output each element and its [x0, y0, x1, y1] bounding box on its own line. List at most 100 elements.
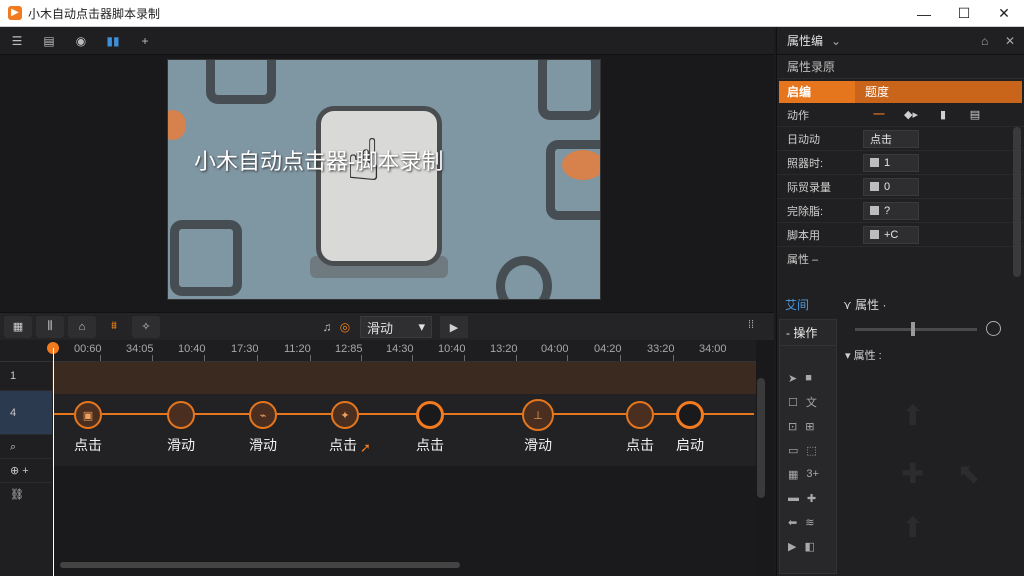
folder-icon[interactable]: ■ [805, 372, 812, 384]
panel-close-icon[interactable]: ✕ [1005, 34, 1015, 48]
rect-icon[interactable]: ▭ [788, 444, 798, 457]
box-icon[interactable]: ☐ [788, 396, 798, 409]
waveform-icon[interactable]: ▮▮ [104, 34, 122, 48]
zoom-slider-track[interactable] [855, 328, 977, 331]
click-icon: ▣ [82, 409, 94, 422]
vertical-scrollbar[interactable] [757, 378, 765, 498]
bar-icon[interactable]: ▬ [788, 492, 799, 504]
timer-field[interactable]: 1 [863, 153, 919, 172]
play-icon[interactable]: ▶ [788, 540, 796, 553]
table-icon[interactable]: ▦ [788, 468, 798, 481]
segment-diamond[interactable]: ◆▸ [895, 108, 927, 121]
mode-select[interactable]: 滑动 ▾ [360, 316, 432, 338]
tab-properties[interactable]: 属性录原 [787, 58, 835, 75]
ruler-mark [412, 355, 413, 361]
chevron-down-icon[interactable]: ⌄ [831, 34, 841, 48]
preview-decor [206, 60, 276, 104]
property-label: 际贸录量 [787, 181, 831, 194]
maximize-button[interactable]: ☐ [944, 0, 984, 27]
top-toolbar: ☰ ▤ ◉ ▮▮ + [0, 27, 774, 55]
ruler-mark [152, 355, 153, 361]
frame-icon[interactable]: ⊡ [788, 420, 797, 433]
back-icon[interactable]: ⬅ [788, 516, 797, 529]
action-node-start[interactable] [676, 401, 704, 429]
grid-view-button[interactable]: ▦ [4, 315, 32, 338]
segment-bar[interactable]: ▮ [927, 108, 959, 121]
cross-icon[interactable]: ✚ [807, 492, 816, 505]
tab-space[interactable]: 艾间 [785, 296, 809, 313]
editor-area: ☰ ▤ ◉ ▮▮ + ☝ 小木自动点击器-脚本录制 ▦ ⫼ ⌂ ⩩ ✧ ♫ ◎ … [0, 27, 774, 576]
preview-decor [538, 60, 600, 120]
record-count-field[interactable]: 0 [863, 177, 919, 196]
home-button[interactable]: ⌂ [68, 315, 96, 338]
timeline-ruler[interactable]: 00:60 34:05 10:40 17:30 11:20 12:85 14:3… [0, 340, 756, 362]
action-node-swipe[interactable]: ⌁ [249, 401, 277, 429]
selected-row-label: 启编 [779, 81, 855, 103]
action-type-field[interactable]: 点击 [863, 129, 919, 148]
track-label[interactable]: ⌕ [0, 435, 52, 459]
track-row[interactable] [52, 362, 756, 394]
wave-icon[interactable]: ≋ [805, 516, 814, 529]
action-node-click[interactable] [416, 401, 444, 429]
close-button[interactable]: ✕ [984, 0, 1024, 27]
script-field[interactable]: +C [863, 225, 919, 244]
action-segmented-control[interactable]: — ◆▸ ▮ ▤ [863, 108, 991, 121]
zoom-slider-handle[interactable] [911, 322, 915, 336]
track-area[interactable] [52, 362, 756, 576]
menu-icon[interactable]: ☰ [8, 34, 26, 48]
property-label: 完除脂: [787, 205, 824, 218]
grip-icon[interactable]: ⁞⁞ [748, 319, 754, 331]
operations-header[interactable]: - 操作 [780, 320, 836, 346]
action-node-swipe[interactable]: ⊥ [522, 399, 554, 431]
action-node-click[interactable]: ▣ [74, 401, 102, 429]
track-labels: 1 4 ⌕ ⊕ + ⛓ [0, 362, 52, 576]
layers-icon[interactable]: ◧ [804, 540, 814, 553]
text-icon[interactable]: 文 [806, 394, 817, 410]
add-icon[interactable]: + [136, 34, 154, 48]
op-row: ▭ ⬚ [780, 438, 836, 462]
play-button[interactable]: ▶ [440, 316, 468, 338]
pointer-icon[interactable]: ➤ [788, 372, 797, 385]
save-icon[interactable]: ▤ [40, 34, 58, 48]
action-node-swipe[interactable] [167, 401, 195, 429]
track-label[interactable]: 1 [0, 362, 52, 391]
mode-select-value: 滑动 [367, 320, 394, 336]
arrow-diag-icon: ⬉ [957, 458, 981, 489]
ruler-tick: 00:60 [74, 343, 102, 355]
track-label[interactable]: ⊕ + [0, 459, 52, 483]
record-icon[interactable]: ◉ [72, 34, 90, 48]
track-label[interactable]: ⛓ [0, 483, 52, 507]
magic-button[interactable]: ✧ [132, 315, 160, 338]
action-node-click[interactable] [626, 401, 654, 429]
ruler-mark [567, 355, 568, 361]
horizontal-scrollbar[interactable] [60, 562, 460, 568]
completion-field[interactable]: ? [863, 201, 919, 220]
dashed-icon[interactable]: ⬚ [806, 444, 816, 457]
segment-list[interactable]: ▤ [959, 108, 991, 121]
action-node-label: 启动 [676, 437, 704, 453]
grid-icon[interactable]: ⊞ [805, 420, 814, 433]
ruler-tick: 10:40 [438, 343, 466, 355]
selected-property-row[interactable]: 启编 题度 [779, 81, 1022, 103]
snap-button[interactable]: ⩩ [100, 316, 128, 338]
tab-attributes[interactable]: ⋎ 属性 · [843, 296, 886, 313]
track-label[interactable]: 4 [0, 391, 52, 435]
ruler-tick: 17:30 [231, 343, 259, 355]
ruler-tick: 33:20 [647, 343, 675, 355]
property-section-label: 属性 – [787, 254, 819, 266]
split-button[interactable]: ⫼ [36, 315, 64, 338]
counter-icon[interactable]: 3+ [806, 468, 819, 480]
action-node-click[interactable]: ✦ [331, 401, 359, 429]
ruler-tick: 13:20 [490, 343, 518, 355]
panel-scrollbar[interactable] [1013, 127, 1021, 277]
camera-icon[interactable]: ◎ [336, 320, 354, 334]
list-icon[interactable]: ♫ [318, 320, 336, 334]
eye-icon[interactable] [986, 321, 1001, 336]
swipe-icon: ⌁ [259, 409, 267, 422]
pin-icon[interactable]: ⌂ [981, 34, 988, 48]
minimize-button[interactable]: — [904, 0, 944, 27]
segment-line[interactable]: — [863, 108, 895, 121]
property-row: 动作 — ◆▸ ▮ ▤ [777, 103, 1024, 127]
op-row: ▬ ✚ [780, 486, 836, 510]
